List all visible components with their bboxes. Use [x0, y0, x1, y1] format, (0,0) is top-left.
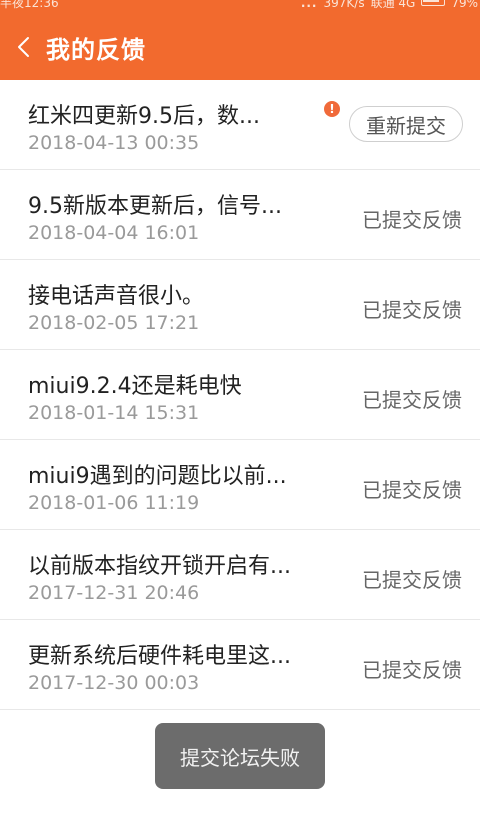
feedback-subject: 以前版本指纹开锁开启有...	[28, 554, 291, 579]
feedback-item[interactable]: miui9遇到的问题比以前... 2018-01-06 11:19 已提交反馈	[0, 440, 480, 530]
feedback-date: 2018-04-04 16:01	[28, 222, 200, 244]
feedback-item[interactable]: 接电话声音很小。 2018-02-05 17:21 已提交反馈	[0, 260, 480, 350]
resubmit-button[interactable]: 重新提交	[349, 106, 463, 142]
page-title: 我的反馈	[46, 35, 146, 64]
feedback-status: 已提交反馈	[362, 298, 462, 322]
feedback-status: 已提交反馈	[362, 208, 462, 232]
feedback-status: 已提交反馈	[362, 388, 462, 412]
feedback-item[interactable]: 以前版本指纹开锁开启有... 2017-12-31 20:46 已提交反馈	[0, 530, 480, 620]
back-chevron-icon[interactable]	[0, 14, 46, 80]
feedback-item[interactable]: 红米四更新9.5后，数... 2018-04-13 00:35 ! 重新提交	[0, 80, 480, 170]
battery-icon	[421, 0, 446, 6]
back-chevron-icon-svg	[18, 37, 29, 57]
network-speed: 397K/s	[323, 0, 365, 10]
status-time: 半夜12:36	[0, 0, 59, 10]
feedback-item[interactable]: 9.5新版本更新后，信号... 2018-04-04 16:01 已提交反馈	[0, 170, 480, 260]
status-right: ... 397K/s 联通 4G 79%	[301, 0, 478, 9]
feedback-screen: 半夜12:36 ... 397K/s 联通 4G 79% 我的反馈 红米四更新9…	[0, 0, 480, 829]
feedback-date: 2018-01-14 15:31	[28, 402, 200, 424]
feedback-status: 已提交反馈	[362, 478, 462, 502]
alert-icon: !	[324, 101, 340, 117]
toast-message: 提交论坛失败	[155, 723, 325, 789]
title-bar: 我的反馈	[0, 14, 480, 80]
feedback-subject: 9.5新版本更新后，信号...	[28, 194, 282, 219]
battery-level: 79%	[451, 0, 478, 10]
carrier-label: 联通 4G	[370, 0, 416, 10]
feedback-subject: miui9.2.4还是耗电快	[28, 374, 242, 399]
feedback-status: 已提交反馈	[362, 658, 462, 682]
feedback-list: 红米四更新9.5后，数... 2018-04-13 00:35 ! 重新提交 9…	[0, 80, 480, 710]
feedback-item[interactable]: miui9.2.4还是耗电快 2018-01-14 15:31 已提交反馈	[0, 350, 480, 440]
feedback-date: 2017-12-31 20:46	[28, 582, 200, 604]
feedback-status: 已提交反馈	[362, 568, 462, 592]
feedback-date: 2018-04-13 00:35	[28, 132, 200, 154]
feedback-date: 2017-12-30 00:03	[28, 672, 200, 694]
feedback-subject: 红米四更新9.5后，数...	[28, 104, 260, 129]
feedback-subject: 更新系统后硬件耗电里这...	[28, 644, 291, 669]
feedback-subject: 接电话声音很小。	[28, 284, 205, 309]
feedback-date: 2018-01-06 11:19	[28, 492, 200, 514]
notification-dots: ...	[300, 0, 318, 10]
feedback-date: 2018-02-05 17:21	[28, 312, 200, 334]
feedback-subject: miui9遇到的问题比以前...	[28, 464, 287, 489]
status-bar: 半夜12:36 ... 397K/s 联通 4G 79%	[0, 0, 480, 14]
feedback-item[interactable]: 更新系统后硬件耗电里这... 2017-12-30 00:03 已提交反馈	[0, 620, 480, 710]
